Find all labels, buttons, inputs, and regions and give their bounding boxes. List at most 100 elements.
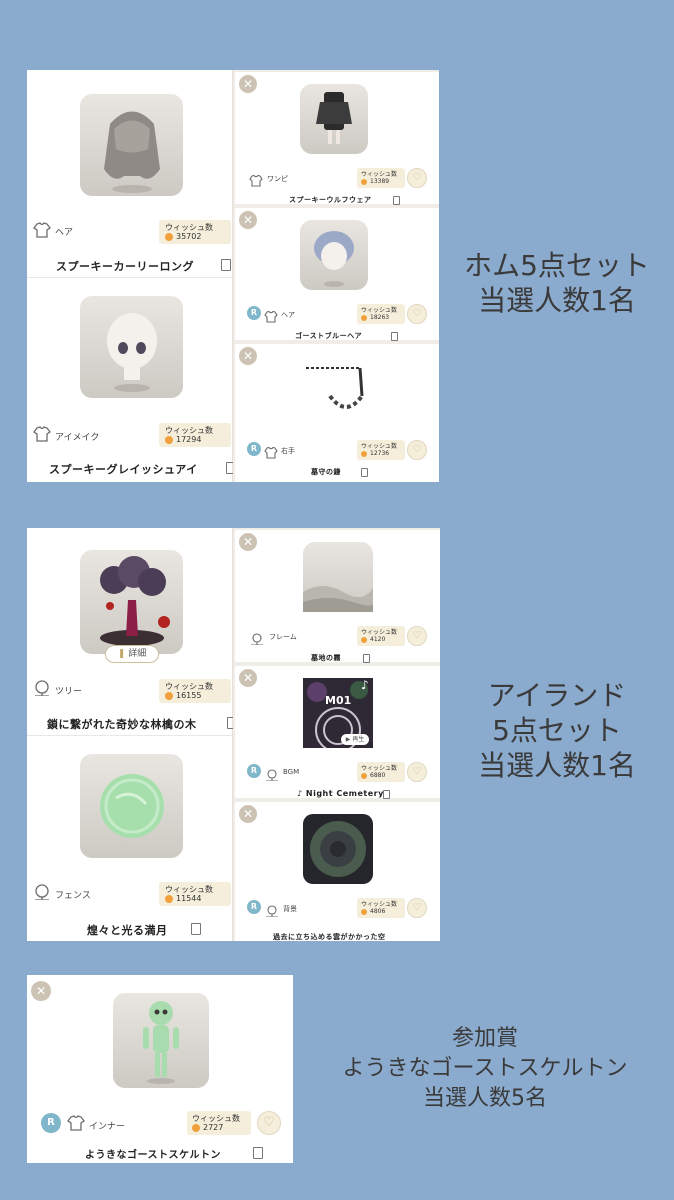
fog-image: [303, 586, 374, 612]
dress-image: [316, 92, 352, 144]
right-item-card: ✕ M01 ♪ ▶ 再生 R BGM ウィッシュ数 6880 ♡ ♪ Night…: [235, 666, 440, 799]
wish-label: ウィッシュ数: [361, 629, 398, 636]
right-item-card: ✕ フレーム ウィッシュ数 4120 ♡ 墓地の霧: [235, 530, 440, 663]
right-item-card: ✕ ワンピ ウィッシュ数 13389 ♡ スプーキーウルフウェア: [235, 72, 439, 205]
wish-count-box: ウィッシュ数 4120: [357, 626, 405, 646]
fence-category-icon: [32, 884, 52, 904]
rarity-badge: R: [247, 764, 261, 778]
close-icon[interactable]: ✕: [239, 75, 257, 93]
wish-label: ウィッシュ数: [361, 443, 398, 450]
wish-count: 6880: [370, 772, 386, 779]
wishlist-heart-button[interactable]: ♡: [407, 898, 427, 918]
document-icon[interactable]: [253, 1147, 263, 1159]
right-item-card: ✕ R 背景 ウィッシュ数 4806 ♡ 過去に立ち込める雲がかかった空: [235, 802, 440, 941]
item-thumbnail[interactable]: [303, 542, 374, 612]
wishlist-heart-button[interactable]: ♡: [407, 762, 427, 782]
rarity-badge: R: [247, 900, 261, 914]
set1-winners: 当選人数1名: [478, 284, 636, 317]
category-label: 右手: [281, 447, 295, 455]
category-label: ヘア: [55, 228, 74, 238]
shirt-icon: [67, 1115, 85, 1135]
document-icon[interactable]: [361, 468, 368, 477]
category-label: インナー: [89, 1122, 126, 1132]
wish-count: 4120: [370, 636, 386, 643]
wish-label: ウィッシュ数: [361, 901, 398, 908]
item-name: スプーキーグレイッシュアイ: [49, 463, 198, 476]
item-thumbnail[interactable]: M01 ♪ ▶ 再生: [303, 678, 373, 753]
close-icon[interactable]: ✕: [239, 533, 257, 551]
wish-count-box: ウィッシュ数 4806: [357, 898, 405, 918]
document-icon[interactable]: [191, 923, 201, 935]
play-button[interactable]: ▶ 再生: [341, 734, 369, 745]
document-icon[interactable]: [393, 196, 400, 205]
frame-category-icon: [249, 630, 265, 649]
wish-label: ウィッシュ数: [361, 171, 398, 178]
document-icon[interactable]: [391, 332, 398, 341]
item-name: 煌々と光る満月: [87, 924, 168, 937]
set2-winners: 当選人数1名: [478, 749, 636, 782]
wish-count-box: ウィッシュ数 35702: [159, 220, 231, 244]
rarity-badge: R: [247, 442, 261, 456]
sky-image: [303, 814, 373, 884]
bgm-code: M01: [325, 694, 352, 707]
heart-icon: [165, 692, 173, 700]
wish-count-box: ウィッシュ数 2727: [187, 1111, 251, 1135]
detail-button[interactable]: ❚ 詳細: [105, 645, 159, 663]
wish-label: ウィッシュ数: [361, 765, 398, 772]
item-name: 墓地の霧: [311, 654, 341, 662]
moon-image: [100, 774, 164, 838]
rarity-badge: R: [41, 1113, 61, 1133]
heart-icon: [165, 233, 173, 241]
left-column: ヘア ウィッシュ数 35702 スプーキーカーリーロング アイメイク ウィッシュ…: [27, 70, 236, 482]
set1-title: ホム5点セット: [464, 249, 650, 282]
item-name: 鎖に繋がれた奇妙な林檎の木: [47, 718, 197, 731]
divider: [27, 735, 232, 736]
document-icon[interactable]: [383, 790, 390, 799]
wish-count-box: ウィッシュ数 13389: [357, 168, 405, 188]
item-thumbnail[interactable]: [300, 84, 368, 154]
background-category-icon: [264, 902, 280, 921]
category-label: ヘア: [281, 311, 295, 319]
close-icon[interactable]: ✕: [31, 981, 51, 1001]
document-icon[interactable]: [363, 654, 370, 663]
wish-count: 4806: [370, 908, 386, 915]
heart-icon: [361, 179, 367, 185]
close-icon[interactable]: ✕: [239, 805, 257, 823]
tree-category-icon: [32, 680, 52, 700]
item-thumbnail[interactable]: [80, 550, 183, 654]
set2-subtitle: 5点セット: [492, 714, 622, 747]
wish-count: 17294: [176, 435, 202, 444]
close-icon[interactable]: ✕: [239, 347, 257, 365]
heart-icon: [361, 315, 367, 321]
wishlist-heart-button[interactable]: ♡: [407, 626, 427, 646]
wishlist-heart-button[interactable]: ♡: [407, 168, 427, 188]
wish-count-box: ウィッシュ数 11544: [159, 882, 231, 906]
item-name: スプーキーウルフウェア: [289, 196, 372, 204]
bottle-icon: ❚: [117, 649, 126, 659]
close-icon[interactable]: ✕: [239, 211, 257, 229]
item-thumbnail[interactable]: [80, 94, 183, 196]
wishlist-heart-button[interactable]: ♡: [407, 440, 427, 460]
wishlist-heart-button[interactable]: ♡: [407, 304, 427, 324]
item-thumbnail[interactable]: [80, 296, 183, 398]
item-thumbnail[interactable]: [303, 814, 373, 884]
right-column: ✕ フレーム ウィッシュ数 4120 ♡ 墓地の霧 ✕ M01 ♪ ▶ 再生 R…: [233, 528, 440, 941]
play-label: 再生: [352, 736, 365, 743]
item-thumbnail[interactable]: [300, 220, 368, 290]
shirt-icon: [249, 172, 263, 191]
face-image: [107, 313, 157, 392]
divider: [27, 277, 232, 278]
item-name: 墓守の鎌: [311, 468, 341, 476]
bgm-category-icon: [264, 766, 280, 785]
close-icon[interactable]: ✕: [239, 669, 257, 687]
document-icon[interactable]: [221, 259, 231, 271]
item-thumbnail[interactable]: [80, 754, 183, 858]
wishlist-heart-button[interactable]: ♡: [257, 1111, 281, 1135]
left-column: ❚ 詳細 ツリー ウィッシュ数 16155 鎖に繋がれた奇妙な林檎の木 フェンス: [27, 528, 237, 941]
heart-icon: [165, 895, 173, 903]
right-column: ✕ ワンピ ウィッシュ数 13389 ♡ スプーキーウルフウェア ✕ R ヘア …: [233, 70, 439, 482]
item-thumbnail[interactable]: [113, 993, 209, 1088]
wish-count: 11544: [176, 894, 202, 903]
heart-icon: [361, 637, 367, 643]
item-thumbnail[interactable]: [300, 356, 368, 426]
